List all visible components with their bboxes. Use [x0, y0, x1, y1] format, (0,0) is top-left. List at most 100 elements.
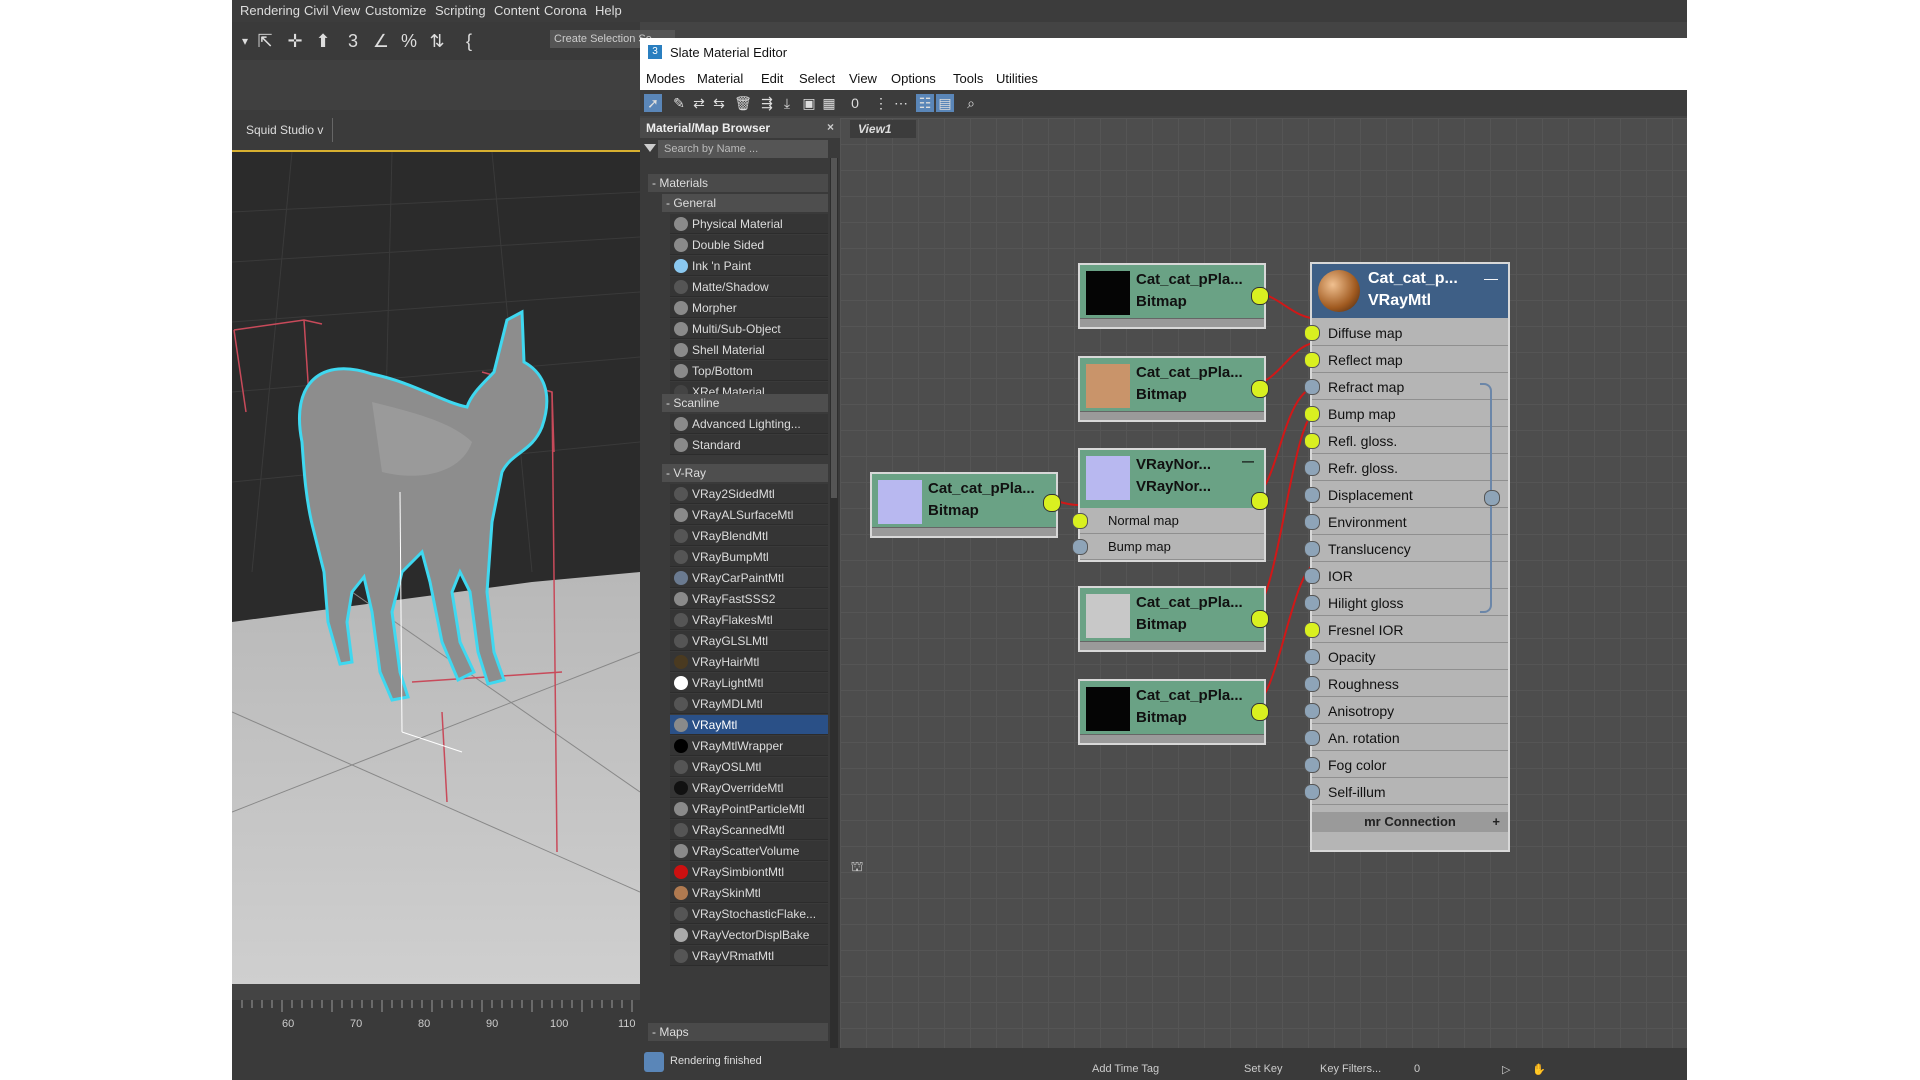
menu-customize[interactable]: Customize: [365, 3, 426, 18]
material-item[interactable]: VRayPointParticleMtl: [670, 799, 828, 819]
input-socket[interactable]: [1304, 487, 1320, 503]
material-output-socket[interactable]: [1484, 490, 1500, 506]
menu-scripting[interactable]: Scripting: [435, 3, 486, 18]
material-item[interactable]: VRayStochasticFlake...: [670, 904, 828, 924]
bitmap-node-1[interactable]: Cat_cat_pPla... Bitmap: [1078, 263, 1269, 329]
menu-corona[interactable]: Corona: [544, 3, 587, 18]
input-socket[interactable]: [1304, 514, 1320, 530]
material-item[interactable]: VRayFastSSS2: [670, 589, 828, 609]
material-slot[interactable]: Anisotropy: [1304, 698, 1508, 724]
input-socket[interactable]: [1304, 649, 1320, 665]
expand-plus-icon[interactable]: +: [1492, 812, 1500, 832]
material-item[interactable]: Double Sided: [670, 235, 828, 255]
vray-normal-map-node[interactable]: VRayNor... VRayNor... — Normal map Bump …: [1072, 448, 1269, 562]
material-item[interactable]: VRayScannedMtl: [670, 820, 828, 840]
material-item[interactable]: VRayVRmatMtl: [670, 946, 828, 966]
output-socket[interactable]: [1251, 610, 1269, 628]
material-item[interactable]: VRayHairMtl: [670, 652, 828, 672]
output-socket[interactable]: [1251, 492, 1269, 510]
menu-civil-view[interactable]: Civil View: [304, 3, 360, 18]
output-socket[interactable]: [1251, 287, 1269, 305]
angle-snap-icon[interactable]: ∠: [370, 30, 392, 52]
navigation-icon[interactable]: ⛫: [848, 858, 866, 876]
slate-menu-view[interactable]: View: [849, 71, 877, 86]
material-slot[interactable]: Environment: [1304, 509, 1508, 535]
spinner-snap-icon[interactable]: ⇅: [426, 30, 448, 52]
search-input[interactable]: Search by Name ...: [658, 140, 828, 158]
set-key-button[interactable]: Set Key: [1244, 1063, 1283, 1075]
material-item[interactable]: Top/Bottom: [670, 361, 828, 381]
material-item[interactable]: VRayBlendMtl: [670, 526, 828, 546]
put-to-scene-icon[interactable]: ⇄: [690, 94, 708, 112]
material-slot[interactable]: Translucency: [1304, 536, 1508, 562]
material-slot[interactable]: Refract map: [1304, 374, 1508, 400]
material-slot[interactable]: An. rotation: [1304, 725, 1508, 751]
material-item[interactable]: VRayOverrideMtl: [670, 778, 828, 798]
material-slot[interactable]: Refl. gloss.: [1304, 428, 1508, 454]
material-item[interactable]: VRaySimbiontMtl: [670, 862, 828, 882]
material-item[interactable]: Standard: [670, 435, 828, 455]
material-item[interactable]: VRayCarPaintMtl: [670, 568, 828, 588]
collapse-icon[interactable]: —: [1242, 454, 1254, 468]
select-by-material-icon[interactable]: ⌕: [962, 94, 980, 112]
bitmap-node-left[interactable]: Cat_cat_pPla... Bitmap: [870, 472, 1061, 538]
material-item[interactable]: VRayVectorDisplBake: [670, 925, 828, 945]
input-socket[interactable]: [1304, 352, 1320, 368]
material-slot[interactable]: Hilight gloss: [1304, 590, 1508, 616]
slate-menu-options[interactable]: Options: [891, 71, 936, 86]
snap-3d-icon[interactable]: 3: [342, 30, 364, 52]
delete-icon[interactable]: 🗑: [734, 94, 752, 112]
input-socket[interactable]: [1304, 595, 1320, 611]
move-children-icon[interactable]: ⇶: [758, 94, 776, 112]
bitmap-node-2[interactable]: Cat_cat_pPla... Bitmap: [1078, 356, 1269, 422]
menu-content[interactable]: Content: [494, 3, 540, 18]
edit-named-selection-icon[interactable]: {: [458, 30, 480, 52]
browser-options-icon[interactable]: [644, 144, 656, 152]
bitmap-node-3[interactable]: Cat_cat_pPla... Bitmap: [1078, 586, 1269, 652]
pan-icon[interactable]: ✋: [1532, 1063, 1546, 1076]
mr-connection-rollout[interactable]: mr Connection +: [1312, 812, 1508, 832]
material-slot[interactable]: Fresnel IOR: [1304, 617, 1508, 643]
timeline[interactable]: 60 70 80 90 100 110: [232, 1000, 640, 1030]
percent-snap-icon[interactable]: %: [398, 30, 420, 52]
slate-menu-edit[interactable]: Edit: [761, 71, 783, 86]
dropdown-arrow-icon[interactable]: ▾: [234, 30, 256, 52]
subgroup-vray[interactable]: - V-Ray: [662, 464, 828, 482]
material-item[interactable]: Ink 'n Paint: [670, 256, 828, 276]
menu-help[interactable]: Help: [595, 3, 622, 18]
output-socket[interactable]: [1043, 494, 1061, 512]
material-item[interactable]: Morpher: [670, 298, 828, 318]
layout-children-icon[interactable]: ⋯: [892, 94, 910, 112]
show-map-icon[interactable]: ▣: [800, 94, 818, 112]
close-icon[interactable]: ×: [827, 120, 834, 134]
material-slot[interactable]: Refr. gloss.: [1304, 455, 1508, 481]
play-icon[interactable]: ▷: [1502, 1063, 1510, 1076]
move-icon[interactable]: ✛: [284, 30, 306, 52]
viewport-tab[interactable]: Squid Studio v: [240, 118, 333, 142]
input-socket[interactable]: [1304, 676, 1320, 692]
material-item[interactable]: Physical Material: [670, 214, 828, 234]
slate-menu-select[interactable]: Select: [799, 71, 835, 86]
material-item[interactable]: VRayLightMtl: [670, 673, 828, 693]
material-item[interactable]: VRay2SidedMtl: [670, 484, 828, 504]
add-time-tag-label[interactable]: Add Time Tag: [1092, 1063, 1159, 1075]
material-slot[interactable]: Fog color: [1304, 752, 1508, 778]
collapse-icon[interactable]: —: [1484, 270, 1498, 286]
perspective-viewport[interactable]: [232, 152, 640, 984]
material-item[interactable]: VRayMDLMtl: [670, 694, 828, 714]
frame-field[interactable]: 0: [1414, 1063, 1420, 1075]
node-view[interactable]: View1 Cat_cat_pPla... Bitmap Cat_cat_pPl…: [840, 118, 1687, 1048]
subgroup-scanline[interactable]: - Scanline: [662, 394, 828, 412]
material-slot[interactable]: Bump map: [1304, 401, 1508, 427]
material-slot[interactable]: IOR: [1304, 563, 1508, 589]
assign-material-icon[interactable]: ⇆: [710, 94, 728, 112]
material-slot[interactable]: Self-illum: [1304, 779, 1508, 805]
scale-icon[interactable]: ⬆: [312, 30, 334, 52]
input-socket[interactable]: [1304, 460, 1320, 476]
material-item[interactable]: VRayMtlWrapper: [670, 736, 828, 756]
input-socket[interactable]: [1304, 541, 1320, 557]
input-socket[interactable]: [1304, 433, 1320, 449]
hide-unused-icon[interactable]: ⤓: [778, 94, 796, 112]
material-item[interactable]: Multi/Sub-Object: [670, 319, 828, 339]
input-socket[interactable]: [1304, 379, 1320, 395]
